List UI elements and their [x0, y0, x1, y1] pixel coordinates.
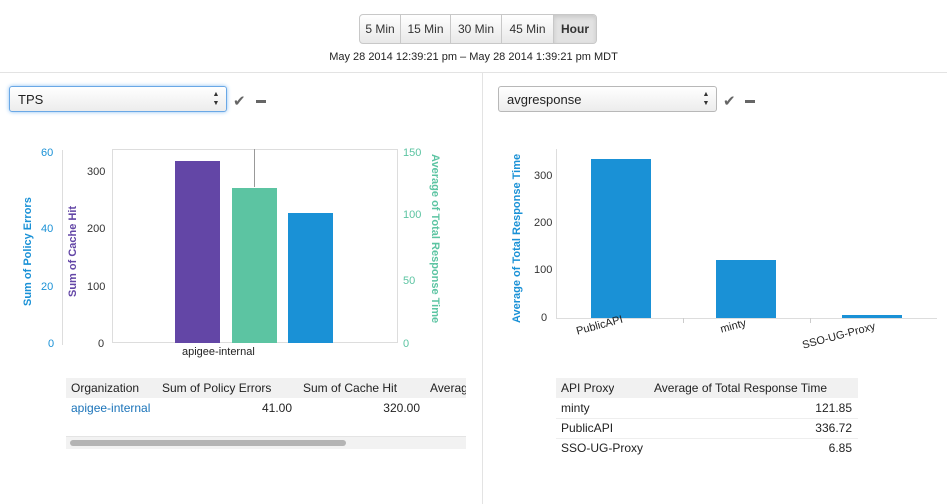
tick-cache-hit-0: 0 [98, 338, 105, 350]
select-arrows-icon: ▲ ▼ [212, 91, 220, 107]
cache-hit-value: 320.00 [383, 401, 420, 415]
right-remove-minus-icon[interactable] [745, 100, 755, 103]
right-tick-200: 200 [534, 217, 553, 229]
time-range-hour-button[interactable]: Hour [554, 15, 596, 43]
right-y-axis-line [556, 149, 557, 319]
bar-cache-hit[interactable] [175, 161, 220, 343]
bar-policy-errors[interactable] [288, 213, 333, 343]
panel-divider [482, 73, 483, 504]
time-range-5-min-button[interactable]: 5 Min [360, 15, 401, 43]
time-range-selector: 5 Min 15 Min 30 Min 45 Min Hour [359, 14, 597, 44]
horizontal-scrollbar[interactable] [66, 436, 466, 449]
time-range-30-min-button[interactable]: 30 Min [451, 15, 502, 43]
avg-response-value: 6.85 [828, 441, 852, 455]
left-metric-select-value: TPS [18, 92, 44, 107]
date-range-label: May 28 2014 12:39:21 pm – May 28 2014 1:… [329, 51, 618, 63]
tick-cache-hit-100: 100 [87, 281, 106, 293]
right-data-table: API Proxy Average of Total Response Time… [556, 378, 858, 458]
right-metric-select[interactable]: avgresponse ▲ ▼ [498, 86, 717, 112]
avg-response-value: 121.85 [815, 401, 852, 415]
col-policy-errors-header[interactable]: Sum of Policy Errors [162, 378, 271, 398]
left-data-table: Organization Sum of Policy Errors Sum of… [66, 378, 466, 434]
tick-avg-response-150: 150 [403, 147, 422, 159]
tick-cache-hit-300: 300 [87, 166, 106, 178]
left-table-header: Organization Sum of Policy Errors Sum of… [66, 378, 466, 398]
table-row: apigee-internal 41.00 320.00 [66, 398, 466, 418]
x-label-sso-ug-proxy: SSO-UG-Proxy [801, 320, 877, 352]
x-label-minty: minty [719, 317, 748, 336]
bar-sso-ug-proxy[interactable] [842, 315, 902, 318]
select-arrows-icon: ▲ ▼ [702, 91, 710, 107]
right-apply-check-icon[interactable]: ✔ [723, 92, 736, 110]
right-chart-y-axis-title: Average of Total Response Time [511, 153, 523, 323]
right-tick-0: 0 [541, 312, 548, 324]
tick-policy-errors-40: 40 [41, 223, 54, 235]
tick-policy-errors-60: 60 [41, 147, 54, 159]
tick-avg-response-50: 50 [403, 275, 416, 287]
header-divider [0, 72, 947, 73]
right-axis-avg-response-title: Average of Total Response Time [429, 154, 441, 324]
scrollbar-thumb[interactable] [70, 440, 346, 446]
right-table-header: API Proxy Average of Total Response Time [556, 378, 858, 398]
tick-avg-response-100: 100 [403, 209, 422, 221]
bar-avg-response-time[interactable] [232, 188, 277, 343]
left-metric-select[interactable]: TPS ▲ ▼ [9, 86, 227, 112]
left-x-category-label: apigee-internal [182, 346, 255, 358]
left-axis-cache-hit-title: Sum of Cache Hit [67, 205, 79, 297]
left-remove-minus-icon[interactable] [256, 100, 266, 103]
proxy-name: PublicAPI [561, 421, 614, 435]
tick-cache-hit-200: 200 [87, 223, 106, 235]
left-axis-policy-errors-title: Sum of Policy Errors [22, 197, 34, 306]
col-avg-response-header[interactable]: Average of Total Response Time [654, 378, 827, 398]
org-link[interactable]: apigee-internal [71, 398, 150, 418]
left-apply-check-icon[interactable]: ✔ [233, 92, 246, 110]
right-metric-select-value: avgresponse [507, 92, 582, 107]
right-tick-300: 300 [534, 170, 553, 182]
policy-errors-axis-line [62, 150, 63, 345]
time-range-15-min-button[interactable]: 15 Min [401, 15, 451, 43]
tick-policy-errors-20: 20 [41, 281, 54, 293]
tick-avg-response-0: 0 [403, 338, 410, 350]
col-cache-hit-header[interactable]: Sum of Cache Hit [303, 378, 397, 398]
x-tick-mark [683, 318, 684, 323]
col-api-proxy-header[interactable]: API Proxy [561, 378, 614, 398]
error-bar-line [254, 149, 255, 187]
right-tick-100: 100 [534, 264, 553, 276]
time-range-45-min-button[interactable]: 45 Min [502, 15, 554, 43]
x-tick-mark [810, 318, 811, 323]
table-row: PublicAPI 336.72 [556, 418, 858, 439]
proxy-name: SSO-UG-Proxy [561, 441, 644, 455]
col-avg-response-header[interactable]: Averag [430, 378, 466, 398]
bar-publicapi[interactable] [591, 159, 651, 318]
policy-errors-value: 41.00 [261, 401, 292, 415]
bar-minty[interactable] [716, 260, 776, 318]
table-row: minty 121.85 [556, 398, 858, 419]
avg-response-value: 336.72 [815, 421, 852, 435]
table-row: SSO-UG-Proxy 6.85 [556, 438, 858, 458]
col-organization-header[interactable]: Organization [71, 378, 139, 398]
proxy-name: minty [561, 401, 590, 415]
tick-policy-errors-0: 0 [48, 338, 55, 350]
